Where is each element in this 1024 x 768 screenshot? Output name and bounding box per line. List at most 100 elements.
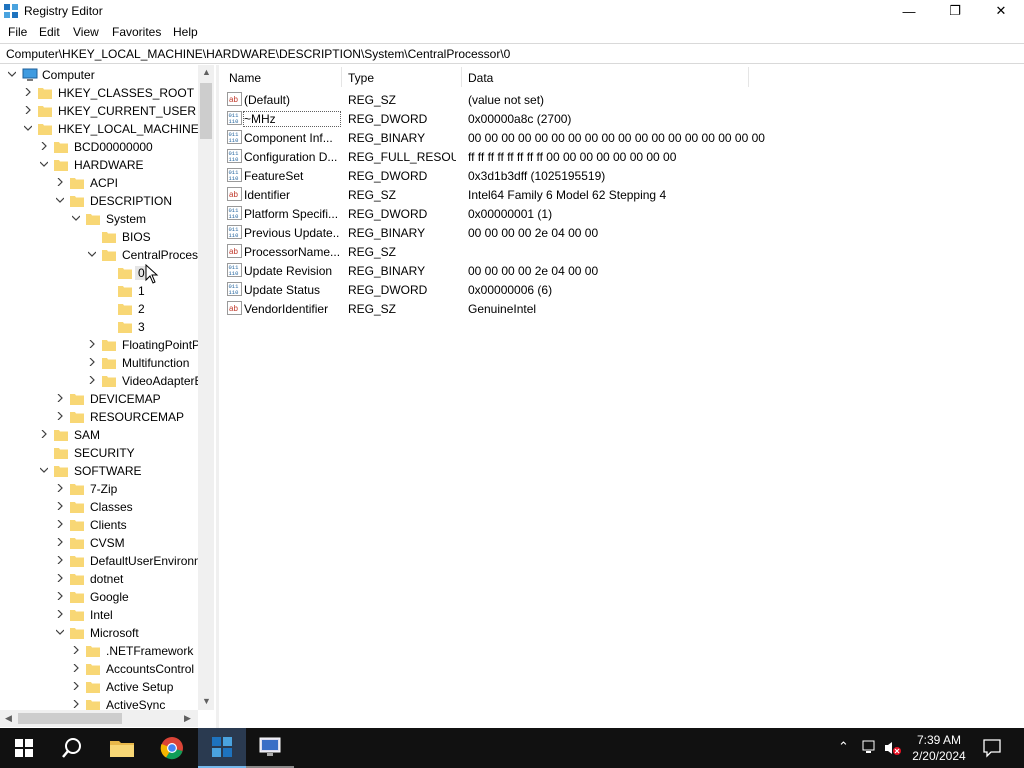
tree-item[interactable]: Intel	[0, 606, 198, 624]
tree-item[interactable]: .NETFramework	[0, 642, 198, 660]
minimize-button[interactable]: —	[886, 0, 932, 22]
value-row[interactable]: ab (Default) REG_SZ (value not set)	[220, 90, 1000, 109]
column-header-data[interactable]: Data	[468, 71, 493, 85]
column-divider[interactable]	[461, 67, 462, 87]
taskbar-clock[interactable]: 7:39 AM 2/20/2024	[906, 732, 972, 764]
value-row[interactable]: 011 110 Previous Update... REG_BINARY 00 00 …	[220, 223, 1000, 242]
value-row[interactable]: 011110Configuration D... REG_FULL_RESOU..…	[220, 147, 1000, 166]
tree-item[interactable]: BCD00000000	[0, 138, 198, 156]
tree-item[interactable]: VideoAdapterB	[0, 372, 198, 390]
chrome-button[interactable]	[148, 728, 196, 768]
chevron-right-icon[interactable]	[24, 88, 32, 96]
chevron-right-icon[interactable]	[56, 178, 64, 186]
scroll-left-icon[interactable]: ◀	[5, 713, 12, 724]
tree-vertical-thumb[interactable]	[200, 83, 212, 139]
chevron-right-icon[interactable]	[56, 412, 64, 420]
chevron-right-icon[interactable]	[56, 484, 64, 492]
chevron-right-icon[interactable]	[56, 502, 64, 510]
tree-item[interactable]: CVSM	[0, 534, 198, 552]
value-row[interactable]: 011 110 FeatureSet REG_DWORD 0x3d1b3dff (102…	[220, 166, 1000, 185]
value-row[interactable]: ab ProcessorName... REG_SZ	[220, 242, 1000, 261]
column-divider[interactable]	[341, 67, 342, 87]
scroll-right-icon[interactable]: ▶	[184, 713, 191, 724]
chevron-down-icon[interactable]	[40, 466, 48, 474]
tree-item[interactable]: Google	[0, 588, 198, 606]
chevron-down-icon[interactable]	[24, 124, 32, 132]
tree-item[interactable]: SOFTWARE	[0, 462, 198, 480]
tree-item[interactable]: SAM	[0, 426, 198, 444]
tree-item[interactable]: SECURITY	[0, 444, 198, 462]
chevron-right-icon[interactable]	[24, 106, 32, 114]
close-button[interactable]: ✕	[978, 0, 1024, 22]
tree-horizontal-thumb[interactable]	[18, 713, 122, 724]
chevron-right-icon[interactable]	[88, 376, 96, 384]
chevron-right-icon[interactable]	[72, 664, 80, 672]
chevron-right-icon[interactable]	[56, 538, 64, 546]
tree-item[interactable]: 0	[0, 264, 198, 282]
chevron-down-icon[interactable]	[8, 70, 16, 78]
tree-item[interactable]: DESCRIPTION	[0, 192, 198, 210]
value-row[interactable]: 011 110 Update Status REG_DWORD 0x00000006 (…	[220, 280, 1000, 299]
scroll-up-icon[interactable]: ▲	[202, 67, 211, 77]
notifications-icon[interactable]	[982, 738, 1002, 758]
tree-item[interactable]: DEVICEMAP	[0, 390, 198, 408]
column-header-name[interactable]: Name	[229, 71, 261, 85]
tree-item[interactable]: AccountsControl	[0, 660, 198, 678]
address-bar[interactable]: Computer\HKEY_LOCAL_MACHINE\HARDWARE\DES…	[0, 43, 1024, 64]
tree-item[interactable]: RESOURCEMAP	[0, 408, 198, 426]
tree-item[interactable]: Classes	[0, 498, 198, 516]
tree-item[interactable]: System	[0, 210, 198, 228]
tree-item[interactable]: HKEY_CLASSES_ROOT	[0, 84, 198, 102]
tree-item[interactable]: 3	[0, 318, 198, 336]
value-row[interactable]: 011 110 ~MHz REG_DWORD 0x00000a8c (2700)	[220, 109, 1000, 128]
tree-item[interactable]: HARDWARE	[0, 156, 198, 174]
chevron-right-icon[interactable]	[56, 520, 64, 528]
chevron-right-icon[interactable]	[56, 574, 64, 582]
menu-file[interactable]: File	[8, 25, 27, 39]
file-explorer-button[interactable]	[98, 728, 146, 768]
title-bar[interactable]: Registry Editor — ❐ ✕	[0, 0, 1024, 22]
column-divider[interactable]	[748, 67, 749, 87]
tree-item[interactable]: HKEY_CURRENT_USER	[0, 102, 198, 120]
tree-item[interactable]: FloatingPointP	[0, 336, 198, 354]
tree-horizontal-scrollbar[interactable]: ◀ ▶	[0, 710, 198, 727]
volume-muted-icon[interactable]	[884, 740, 902, 756]
tree-item[interactable]: Multifunction	[0, 354, 198, 372]
chevron-down-icon[interactable]	[56, 628, 64, 636]
chevron-right-icon[interactable]	[40, 430, 48, 438]
tree-item[interactable]: DefaultUserEnvironm	[0, 552, 198, 570]
scroll-down-icon[interactable]: ▼	[202, 696, 211, 706]
chevron-right-icon[interactable]	[72, 682, 80, 690]
menu-favorites[interactable]: Favorites	[112, 25, 161, 39]
start-button[interactable]	[0, 728, 48, 768]
tree-item[interactable]: dotnet	[0, 570, 198, 588]
tree-item[interactable]: ACPI	[0, 174, 198, 192]
value-row[interactable]: 011 110 Platform Specifi... REG_DWORD 0x0000…	[220, 204, 1000, 223]
chevron-right-icon[interactable]	[40, 142, 48, 150]
chevron-right-icon[interactable]	[88, 340, 96, 348]
chevron-right-icon[interactable]	[56, 610, 64, 618]
chevron-down-icon[interactable]	[88, 250, 96, 258]
network-icon[interactable]	[862, 740, 880, 756]
column-header-type[interactable]: Type	[348, 71, 374, 85]
value-row[interactable]: ab Identifier REG_SZ Intel64 Family 6 Model…	[220, 185, 1000, 204]
tree-item[interactable]: Microsoft	[0, 624, 198, 642]
maximize-button[interactable]: ❐	[932, 0, 978, 22]
tree-item[interactable]: 2	[0, 300, 198, 318]
chevron-right-icon[interactable]	[72, 700, 80, 708]
tree-item[interactable]: Clients	[0, 516, 198, 534]
menu-edit[interactable]: Edit	[39, 25, 60, 39]
search-button[interactable]	[48, 728, 96, 768]
tree-item[interactable]: CentralProcess	[0, 246, 198, 264]
tree-item[interactable]: BIOS	[0, 228, 198, 246]
value-row[interactable]: ab VendorIdentifier REG_SZ GenuineIntel	[220, 299, 1000, 318]
menu-view[interactable]: View	[73, 25, 99, 39]
chevron-down-icon[interactable]	[56, 196, 64, 204]
value-row[interactable]: 011 110 Update Revision REG_BINARY 00 00 00 …	[220, 261, 1000, 280]
chevron-right-icon[interactable]	[56, 556, 64, 564]
tree-item[interactable]: ActiveSync	[0, 696, 198, 710]
tree-vertical-scrollbar[interactable]: ▲ ▼	[198, 65, 214, 710]
chevron-right-icon[interactable]	[72, 646, 80, 654]
chevron-down-icon[interactable]	[72, 214, 80, 222]
chevron-right-icon[interactable]	[56, 394, 64, 402]
